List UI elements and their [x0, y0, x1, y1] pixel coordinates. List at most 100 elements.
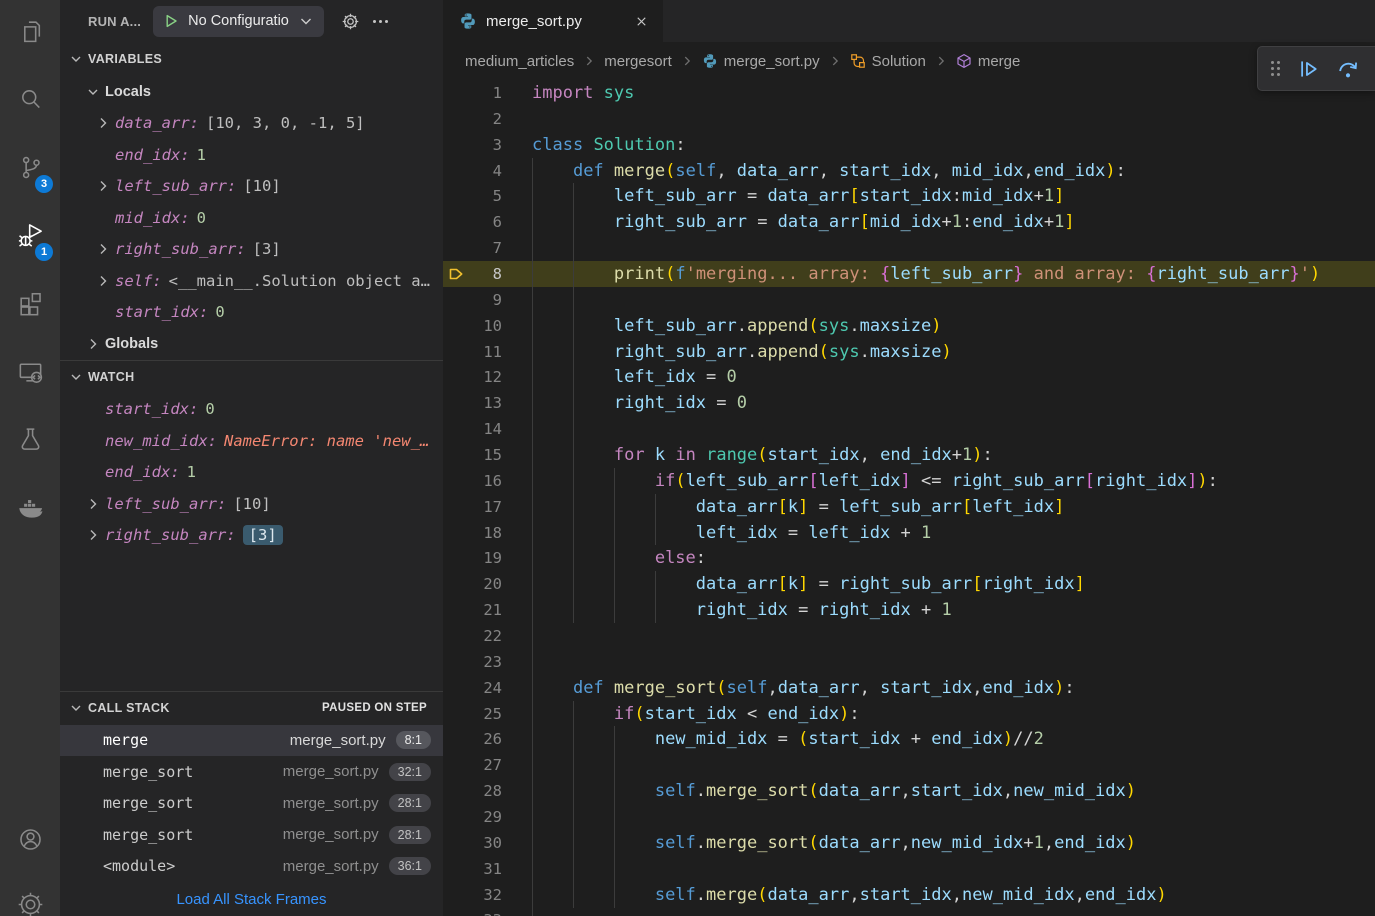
line-number[interactable]: 9 [468, 291, 502, 309]
watch-expression-row[interactable]: left_sub_arr: [10] [60, 488, 443, 520]
variable-row[interactable]: data_arr: [10, 3, 0, -1, 5] [60, 108, 443, 140]
launch-configuration-dropdown[interactable]: No Configuratio [153, 5, 324, 37]
activity-bar-item-manage[interactable] [0, 872, 60, 916]
stack-frame-row[interactable]: merge_sort merge_sort.py 32:1 [60, 756, 443, 788]
line-number[interactable]: 3 [468, 136, 502, 154]
line-number[interactable]: 2 [468, 110, 502, 128]
line-number[interactable]: 29 [468, 808, 502, 826]
code-line[interactable]: 13 right_idx = 0 [443, 390, 1375, 417]
code-line[interactable]: 4 def merge(self, data_arr, start_idx, m… [443, 157, 1375, 184]
gripper-icon[interactable] [1271, 60, 1281, 77]
chevron-right-icon[interactable] [85, 336, 101, 352]
chevron-right-icon[interactable] [85, 496, 101, 512]
activity-bar-item-testing[interactable] [0, 408, 60, 476]
code-line[interactable]: 32 self.merge(data_arr,start_idx,new_mid… [443, 881, 1375, 908]
watch-expression-row[interactable]: right_sub_arr: [3] [60, 520, 443, 552]
breadcrumb-item-medium-articles[interactable]: medium_articles [465, 53, 574, 70]
watch-expression-row[interactable]: start_idx: 0 [60, 394, 443, 426]
variable-row[interactable]: mid_idx: 0 [60, 202, 443, 234]
code-line[interactable]: 24 def merge_sort(self,data_arr, start_i… [443, 674, 1375, 701]
code-line[interactable]: 2 [443, 106, 1375, 132]
scope-globals[interactable]: Globals [60, 328, 443, 360]
breadcrumb-item-merge[interactable]: merge [956, 53, 1020, 70]
line-number[interactable]: 27 [468, 756, 502, 774]
line-number[interactable]: 17 [468, 498, 502, 516]
code-line[interactable]: 5 left_sub_arr = data_arr[start_idx:mid_… [443, 183, 1375, 210]
line-number[interactable]: 21 [468, 601, 502, 619]
variable-row[interactable]: self: <__main__.Solution object a… [60, 265, 443, 297]
stack-frame-row[interactable]: merge merge_sort.py 8:1 [60, 724, 443, 756]
code-line[interactable]: 19 else: [443, 545, 1375, 572]
activity-bar-item-explorer[interactable] [0, 0, 60, 68]
code-line[interactable]: 3 class Solution: [443, 132, 1375, 158]
chevron-right-icon[interactable] [95, 241, 111, 257]
stack-frame-row[interactable]: merge_sort merge_sort.py 28:1 [60, 788, 443, 820]
code-line[interactable]: 31 [443, 855, 1375, 882]
code-line[interactable]: 6 right_sub_arr = data_arr[mid_idx+1:end… [443, 209, 1375, 236]
variable-row[interactable]: left_sub_arr: [10] [60, 171, 443, 203]
start-debug-icon[interactable] [163, 13, 179, 29]
stack-frame-row[interactable]: merge_sort merge_sort.py 28:1 [60, 819, 443, 851]
line-number[interactable]: 13 [468, 394, 502, 412]
close-icon[interactable] [631, 11, 651, 31]
code-line[interactable]: 11 right_sub_arr.append(sys.maxsize) [443, 338, 1375, 365]
line-number[interactable]: 16 [468, 472, 502, 490]
current-line-arrow-icon[interactable] [443, 266, 468, 282]
code-line[interactable]: 28 self.merge_sort(data_arr,start_idx,ne… [443, 778, 1375, 805]
watch-section-header[interactable]: WATCH [60, 359, 443, 394]
line-number[interactable]: 10 [468, 317, 502, 335]
code-line[interactable]: 14 [443, 416, 1375, 443]
code-line[interactable]: 15 for k in range(start_idx, end_idx+1): [443, 442, 1375, 468]
code-line[interactable]: 27 [443, 752, 1375, 779]
code-line[interactable]: 1 import sys [443, 80, 1375, 106]
activity-bar-item-docker[interactable] [0, 476, 60, 544]
line-number[interactable]: 24 [468, 679, 502, 697]
line-number[interactable]: 20 [468, 575, 502, 593]
debug-step-over-button[interactable] [1337, 58, 1359, 80]
code-line[interactable]: 7 [443, 235, 1375, 262]
gear-icon[interactable] [336, 6, 366, 36]
code-line[interactable]: 10 left_sub_arr.append(sys.maxsize) [443, 312, 1375, 339]
code-line[interactable]: 20 data_arr[k] = right_sub_arr[right_idx… [443, 571, 1375, 598]
line-number[interactable]: 8 [468, 265, 502, 283]
line-number[interactable]: 7 [468, 239, 502, 257]
line-number[interactable]: 18 [468, 524, 502, 542]
line-number[interactable]: 28 [468, 782, 502, 800]
breadcrumb-item-solution[interactable]: Solution [850, 53, 926, 70]
code-line[interactable]: 26 new_mid_idx = (start_idx + end_idx)//… [443, 726, 1375, 753]
code-line[interactable]: 25 if(start_idx < end_idx): [443, 700, 1375, 727]
chevron-right-icon[interactable] [95, 178, 111, 194]
chevron-right-icon[interactable] [95, 273, 111, 289]
line-number[interactable]: 33 [468, 911, 502, 916]
variable-row[interactable]: right_sub_arr: [3] [60, 234, 443, 266]
variable-row[interactable]: start_idx: 0 [60, 297, 443, 329]
chevron-right-icon[interactable] [85, 527, 101, 543]
line-number[interactable]: 14 [468, 420, 502, 438]
code-line[interactable]: 30 self.merge_sort(data_arr,new_mid_idx+… [443, 829, 1375, 856]
variables-section-header[interactable]: VARIABLES [60, 42, 443, 76]
chevron-down-icon[interactable] [85, 84, 101, 100]
line-number[interactable]: 19 [468, 549, 502, 567]
line-number[interactable]: 25 [468, 705, 502, 723]
code-line[interactable]: 22 [443, 623, 1375, 649]
line-number[interactable]: 23 [468, 653, 502, 671]
stack-frame-row[interactable]: <module> merge_sort.py 36:1 [60, 851, 443, 883]
code-line[interactable]: 18 left_idx = left_idx + 1 [443, 519, 1375, 546]
activity-bar-item-run-and-debug[interactable]: 1 [0, 204, 60, 272]
activity-bar-item-search[interactable] [0, 68, 60, 136]
watch-expression-row[interactable]: end_idx: 1 [60, 457, 443, 489]
scope-locals[interactable]: Locals [60, 76, 443, 108]
more-actions-icon[interactable] [366, 6, 396, 36]
line-number[interactable]: 12 [468, 368, 502, 386]
watch-expression-row[interactable]: new_mid_idx: NameError: name 'new_… [60, 425, 443, 457]
line-number[interactable]: 31 [468, 860, 502, 878]
line-number[interactable]: 4 [468, 162, 502, 180]
code-line[interactable]: 33 [443, 907, 1375, 916]
activity-bar-item-account[interactable] [0, 812, 60, 872]
code-line[interactable]: 29 [443, 804, 1375, 830]
call-stack-section-header[interactable]: CALL STACK PAUSED ON STEP [60, 690, 443, 725]
activity-bar-item-source-control[interactable]: 3 [0, 136, 60, 204]
code-line[interactable]: 23 [443, 648, 1375, 675]
line-number[interactable]: 6 [468, 213, 502, 231]
code-line[interactable]: 21 right_idx = right_idx + 1 [443, 597, 1375, 624]
